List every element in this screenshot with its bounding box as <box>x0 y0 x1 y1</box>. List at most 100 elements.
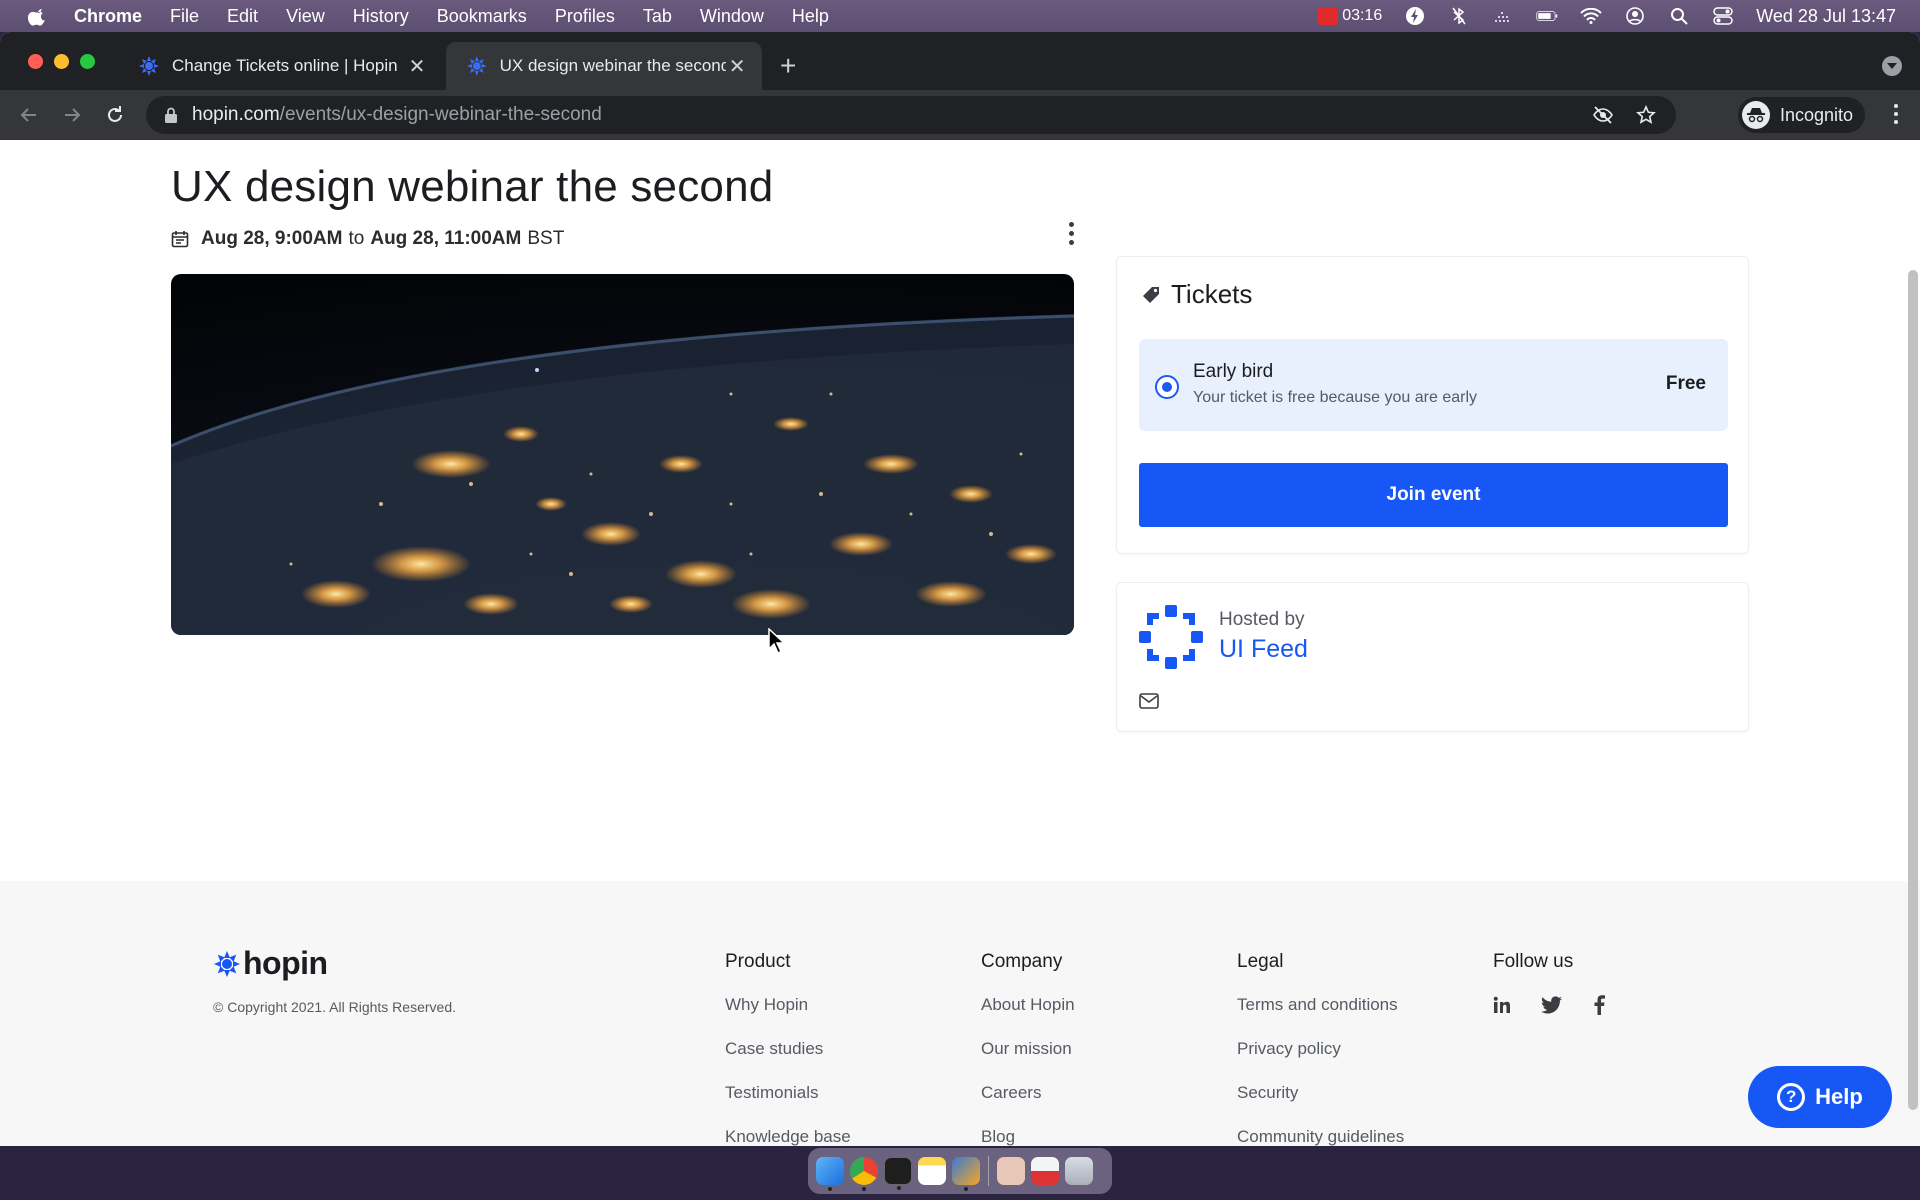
notes-app-icon[interactable] <box>918 1157 946 1185</box>
footer-link-about-hopin[interactable]: About Hopin <box>981 995 1075 1015</box>
minimize-window-button[interactable] <box>54 54 69 69</box>
apple-menu-icon[interactable] <box>28 6 48 26</box>
page-viewport: UX design webinar the second Aug 28, 9:0… <box>0 140 1920 1146</box>
tab-strip: Change Tickets online | Hopin ✕ UX desig… <box>0 32 1920 90</box>
footer-link-case-studies[interactable]: Case studies <box>725 1039 851 1059</box>
footer-link-community-guidelines[interactable]: Community guidelines <box>1237 1127 1404 1146</box>
footer-column-company: Company About Hopin Our mission Careers … <box>981 951 1075 1146</box>
event-title: UX design webinar the second <box>171 162 774 211</box>
event-start: Aug 28, 9:00AM <box>201 228 343 249</box>
forward-arrow-icon[interactable] <box>59 102 85 128</box>
documents-folder-icon[interactable] <box>997 1157 1025 1185</box>
host-logo-icon[interactable] <box>1139 605 1203 669</box>
preview-app-icon[interactable] <box>1031 1157 1059 1185</box>
twitter-icon[interactable] <box>1541 996 1563 1014</box>
menu-view[interactable]: View <box>286 6 325 27</box>
mouse-pointer-icon <box>768 628 786 654</box>
ticket-option-early-bird[interactable]: Early bird Your ticket is free because y… <box>1139 339 1728 431</box>
address-bar[interactable]: hopin.com/events/ux-design-webinar-the-s… <box>146 96 1676 134</box>
battery-icon[interactable] <box>1536 6 1558 26</box>
menu-edit[interactable]: Edit <box>227 6 258 27</box>
tab-close-icon[interactable]: ✕ <box>726 54 748 79</box>
menu-bar-status-area: 03:16 Wed 28 Jul 13:47 <box>1318 0 1896 32</box>
footer-column-product: Product Why Hopin Case studies Testimoni… <box>725 951 851 1146</box>
close-window-button[interactable] <box>28 54 43 69</box>
bluetooth-off-icon[interactable] <box>1448 6 1470 26</box>
ticket-tag-icon <box>1143 286 1159 303</box>
bolt-icon[interactable] <box>1404 6 1426 26</box>
browser-menu-kebab-icon[interactable] <box>1894 104 1900 128</box>
footer-link-why-hopin[interactable]: Why Hopin <box>725 995 851 1015</box>
airplay-icon[interactable] <box>1492 6 1514 26</box>
event-cover-image <box>171 274 1074 635</box>
footer-link-security[interactable]: Security <box>1237 1083 1404 1103</box>
tab-close-icon[interactable]: ✕ <box>406 54 428 79</box>
finder-app-icon[interactable] <box>816 1157 844 1191</box>
menu-profiles[interactable]: Profiles <box>555 6 615 27</box>
reload-icon[interactable] <box>102 102 128 128</box>
control-center-icon[interactable] <box>1712 6 1734 26</box>
tab-change-tickets[interactable]: Change Tickets online | Hopin ✕ <box>118 42 442 90</box>
menu-history[interactable]: History <box>353 6 409 27</box>
hopin-favicon-icon <box>139 56 159 76</box>
footer-link-our-mission[interactable]: Our mission <box>981 1039 1075 1059</box>
footer-link-privacy[interactable]: Privacy policy <box>1237 1039 1404 1059</box>
calendar-icon <box>171 231 189 248</box>
footer-link-testimonials[interactable]: Testimonials <box>725 1083 851 1103</box>
help-question-icon: ? <box>1777 1083 1806 1111</box>
footer-column-heading: Follow us <box>1493 951 1574 972</box>
eye-off-icon[interactable] <box>1592 105 1614 130</box>
page-scrollbar[interactable] <box>1908 270 1918 1110</box>
mail-icon[interactable] <box>1139 693 1159 709</box>
footer-hopin-logo[interactable]: hopin <box>213 945 328 982</box>
menu-tab[interactable]: Tab <box>643 6 672 27</box>
user-account-icon[interactable] <box>1624 6 1646 26</box>
spotlight-search-icon[interactable] <box>1668 6 1690 26</box>
bolt-app-icon[interactable] <box>952 1157 980 1191</box>
tab-search-chevron-icon[interactable] <box>1882 56 1902 76</box>
menu-help[interactable]: Help <box>792 6 829 27</box>
incognito-profile-button[interactable]: Incognito <box>1738 97 1866 133</box>
menu-window[interactable]: Window <box>700 6 764 27</box>
event-timezone: BST <box>527 228 565 249</box>
event-date-range: Aug 28, 9:00AM to Aug 28, 11:00AM BST <box>171 228 564 250</box>
join-event-button[interactable]: Join event <box>1139 463 1728 527</box>
ticket-radio-selected[interactable] <box>1155 375 1179 399</box>
back-arrow-icon[interactable] <box>16 102 42 128</box>
wifi-icon[interactable] <box>1580 6 1602 26</box>
event-to: to <box>348 228 365 249</box>
battery-timer[interactable]: 03:16 <box>1318 7 1382 25</box>
footer-link-terms[interactable]: Terms and conditions <box>1237 995 1404 1015</box>
new-tab-plus-icon[interactable]: + <box>780 52 796 80</box>
event-more-options-icon[interactable] <box>1066 222 1076 249</box>
zoom-window-button[interactable] <box>80 54 95 69</box>
tab-title: Change Tickets online | Hopin <box>172 56 398 75</box>
chrome-app-icon[interactable] <box>850 1157 878 1191</box>
lock-icon[interactable] <box>164 107 178 123</box>
footer-link-blog[interactable]: Blog <box>981 1127 1075 1146</box>
help-widget-button[interactable]: ? Help <box>1748 1066 1892 1128</box>
footer-column-heading: Product <box>725 951 791 972</box>
battery-timer-text: 03:16 <box>1342 7 1383 24</box>
terminal-app-icon[interactable] <box>884 1157 912 1190</box>
incognito-icon <box>1742 101 1770 129</box>
footer-column-heading: Company <box>981 951 1063 972</box>
menu-bookmarks[interactable]: Bookmarks <box>437 6 527 27</box>
menu-file[interactable]: File <box>170 6 199 27</box>
linkedin-icon[interactable] <box>1493 996 1511 1014</box>
menu-app-chrome[interactable]: Chrome <box>74 6 142 27</box>
facebook-icon[interactable] <box>1593 995 1605 1015</box>
footer-column-follow-us: Follow us <box>1493 951 1605 1015</box>
footer-column-legal: Legal Terms and conditions Privacy polic… <box>1237 951 1404 1146</box>
footer-link-knowledge-base[interactable]: Knowledge base <box>725 1127 851 1146</box>
url-path: /events/ux-design-webinar-the-second <box>279 104 602 125</box>
tickets-heading: Tickets <box>1141 279 1252 310</box>
tab-ux-webinar[interactable]: UX design webinar the second ✕ <box>446 42 762 90</box>
trash-icon[interactable] <box>1065 1157 1093 1185</box>
menu-bar-clock[interactable]: Wed 28 Jul 13:47 <box>1756 6 1896 27</box>
footer-link-careers[interactable]: Careers <box>981 1083 1075 1103</box>
bookmark-star-icon[interactable] <box>1636 105 1656 130</box>
ticket-name: Early bird <box>1193 361 1274 382</box>
tab-title: UX design webinar the second <box>499 56 727 75</box>
host-name-link[interactable]: UI Feed <box>1219 635 1308 664</box>
